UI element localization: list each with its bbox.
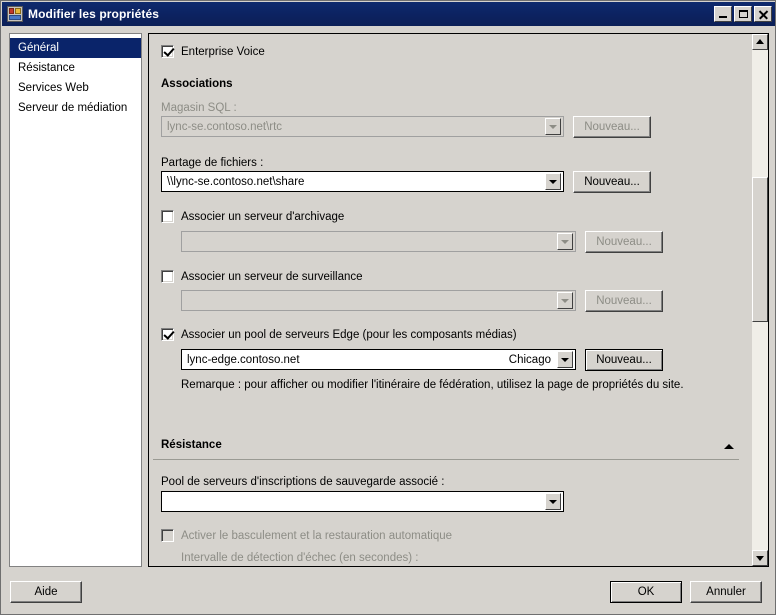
server-properties-icon [7, 6, 23, 22]
settings-scroll-content: Enterprise Voice Associations Magasin SQ… [149, 34, 753, 566]
scroll-down-icon[interactable] [752, 550, 768, 566]
monitoring-server-new-button: Nouveau... [585, 290, 663, 312]
close-icon[interactable] [754, 6, 772, 22]
resilience-divider [153, 459, 739, 460]
file-share-value: \\lync-se.contoso.net\share [167, 175, 305, 188]
vertical-scrollbar[interactable] [751, 34, 768, 566]
file-share-new-button[interactable]: Nouveau... [573, 171, 651, 193]
edge-pool-value: lync-edge.contoso.net [187, 353, 300, 366]
sql-store-combo: lync-se.contoso.net\rtc [161, 116, 564, 137]
edge-pool-checkbox[interactable] [161, 328, 174, 341]
archiving-server-new-button: Nouveau... [585, 231, 663, 253]
sidebar-item-resistance[interactable]: Résistance [10, 58, 141, 78]
settings-panel: Enterprise Voice Associations Magasin SQ… [148, 33, 769, 567]
enterprise-voice-row[interactable]: Enterprise Voice [161, 45, 265, 58]
ok-button[interactable]: OK [610, 581, 682, 603]
file-share-label: Partage de fichiers : [161, 157, 264, 169]
sql-store-new-button: Nouveau... [573, 116, 651, 138]
chevron-down-icon[interactable] [545, 173, 561, 190]
backup-pool-combo[interactable] [161, 491, 564, 512]
monitoring-server-checkbox[interactable] [161, 270, 174, 283]
edge-pool-combo[interactable]: lync-edge.contoso.net Chicago [181, 349, 576, 370]
edge-pool-note: Remarque : pour afficher ou modifier l'i… [181, 379, 684, 391]
chevron-up-icon[interactable] [724, 444, 734, 449]
associations-heading: Associations [161, 78, 233, 90]
monitoring-server-label: Associer un serveur de surveillance [181, 270, 363, 283]
archiving-server-label: Associer un serveur d'archivage [181, 210, 345, 223]
edge-pool-row[interactable]: Associer un pool de serveurs Edge (pour … [161, 328, 517, 341]
modify-properties-dialog: Modifier les propriétés Général Résistan… [0, 0, 776, 615]
archiving-server-combo [181, 231, 576, 252]
maximize-button[interactable] [734, 6, 752, 22]
enterprise-voice-checkbox[interactable] [161, 45, 174, 58]
auto-failover-row: Activer le basculement et la restauratio… [161, 529, 452, 542]
backup-pool-label: Pool de serveurs d'inscriptions de sauve… [161, 476, 445, 488]
chevron-down-icon [557, 292, 573, 309]
sql-store-value: lync-se.contoso.net\rtc [167, 120, 283, 133]
auto-failover-checkbox [161, 529, 174, 542]
page-list[interactable]: Général Résistance Services Web Serveur … [9, 33, 142, 567]
chevron-down-icon [545, 118, 561, 135]
chevron-down-icon [557, 233, 573, 250]
dialog-footer: Aide OK Annuler [2, 571, 775, 613]
sidebar-item-services-web[interactable]: Services Web [10, 78, 141, 98]
sql-store-label: Magasin SQL : [161, 102, 237, 114]
resilience-heading: Résistance [161, 439, 222, 451]
enterprise-voice-label: Enterprise Voice [181, 45, 265, 58]
minimize-button[interactable] [714, 6, 732, 22]
sidebar-item-serveur-mediation[interactable]: Serveur de médiation [10, 98, 141, 118]
sidebar-item-general[interactable]: Général [10, 38, 141, 58]
cancel-button[interactable]: Annuler [690, 581, 762, 603]
chevron-down-icon[interactable] [545, 493, 561, 510]
edge-pool-new-button[interactable]: Nouveau... [585, 349, 663, 371]
archiving-server-row[interactable]: Associer un serveur d'archivage [161, 210, 344, 223]
failure-detection-label: Intervalle de détection d'échec (en seco… [181, 552, 419, 564]
file-share-combo[interactable]: \\lync-se.contoso.net\share [161, 171, 564, 192]
auto-failover-label: Activer le basculement et la restauratio… [181, 529, 453, 542]
monitoring-server-row[interactable]: Associer un serveur de surveillance [161, 270, 363, 283]
window-controls [714, 6, 774, 22]
window-title: Modifier les propriétés [28, 7, 159, 21]
monitoring-server-combo [181, 290, 576, 311]
chevron-down-icon[interactable] [557, 351, 573, 368]
help-button[interactable]: Aide [10, 581, 82, 603]
archiving-server-checkbox[interactable] [161, 210, 174, 223]
scroll-up-icon[interactable] [752, 34, 768, 50]
edge-pool-label: Associer un pool de serveurs Edge (pour … [181, 328, 517, 341]
edge-pool-site-value: Chicago [508, 353, 551, 366]
scrollbar-thumb[interactable] [752, 177, 768, 322]
title-bar: Modifier les propriétés [2, 2, 775, 26]
